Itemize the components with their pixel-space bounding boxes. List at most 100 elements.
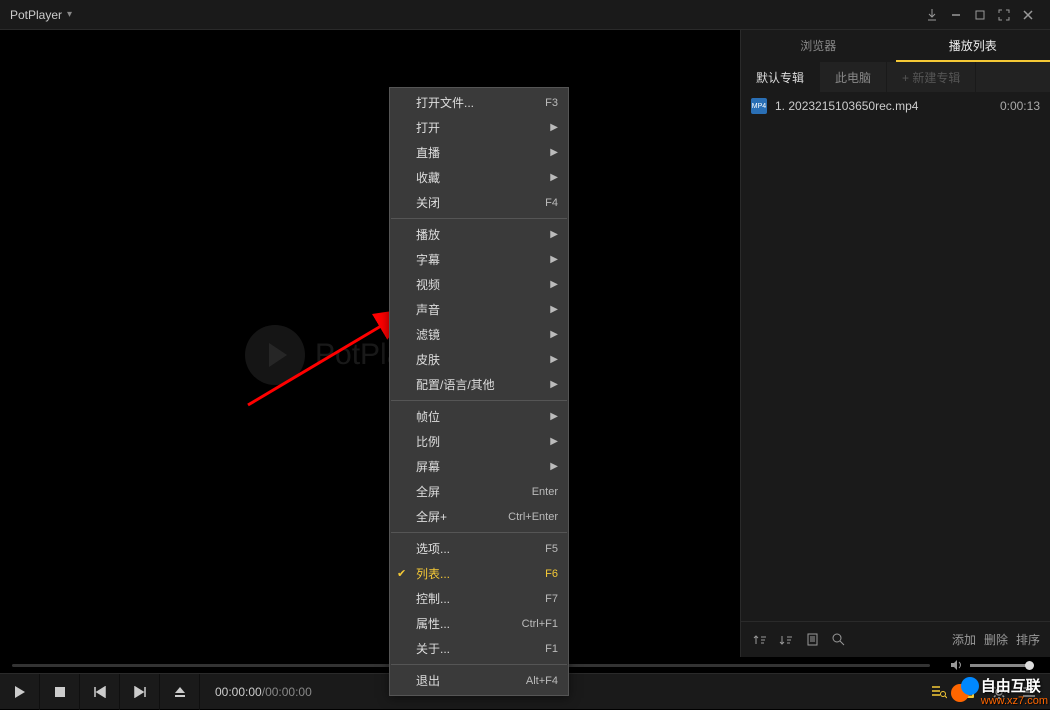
- menu-item-24[interactable]: 关于...F1: [390, 636, 568, 661]
- submenu-arrow-icon: ▶: [550, 379, 558, 390]
- submenu-arrow-icon: ▶: [550, 279, 558, 290]
- menu-item-label: 选项...: [416, 540, 545, 557]
- context-menu: 打开文件...F3打开▶直播▶收藏▶关闭F4播放▶字幕▶视频▶声音▶滤镜▶皮肤▶…: [389, 87, 569, 696]
- submenu-arrow-icon: ▶: [550, 354, 558, 365]
- menu-item-label: 控制...: [416, 590, 545, 607]
- playlist-panel: 浏览器 播放列表 默认专辑 此电脑 + 新建专辑 MP4 1. 202321510…: [740, 30, 1050, 657]
- menu-separator: [391, 664, 567, 665]
- sf-sort[interactable]: 排序: [1012, 631, 1044, 648]
- volume-slider[interactable]: [970, 664, 1030, 667]
- menu-item-shortcut: F3: [545, 97, 558, 109]
- playlist-item[interactable]: MP4 1. 2023215103650rec.mp40:00:13: [741, 92, 1050, 120]
- menu-item-3[interactable]: 收藏▶: [390, 165, 568, 190]
- menu-item-9[interactable]: 声音▶: [390, 297, 568, 322]
- menu-item-label: 配置/语言/其他: [416, 376, 550, 393]
- menu-item-label: 比例: [416, 433, 550, 450]
- submenu-arrow-icon: ▶: [550, 304, 558, 315]
- settings-icon[interactable]: [984, 674, 1014, 710]
- minimize-button[interactable]: [944, 3, 968, 27]
- playlist-item-duration: 0:00:13: [1000, 99, 1040, 113]
- menu-item-0[interactable]: 打开文件...F3: [390, 90, 568, 115]
- menu-item-label: 播放: [416, 226, 550, 243]
- sf-sort-asc-icon[interactable]: [747, 627, 773, 653]
- menu-item-12[interactable]: 配置/语言/其他▶: [390, 372, 568, 397]
- submenu-arrow-icon: ▶: [550, 122, 558, 133]
- menu-item-11[interactable]: 皮肤▶: [390, 347, 568, 372]
- menu-item-label: 屏幕: [416, 458, 550, 475]
- next-button[interactable]: [120, 674, 160, 710]
- menu-item-label: 打开文件...: [416, 94, 545, 111]
- volume-icon[interactable]: [950, 659, 964, 671]
- menu-item-label: 全屏+: [416, 508, 508, 525]
- time-display: 00:00:00 / 00:00:00: [200, 685, 327, 699]
- playlist-toggle-icon[interactable]: [954, 674, 984, 710]
- menu-item-20[interactable]: 选项...F5: [390, 536, 568, 561]
- menu-item-23[interactable]: 属性...Ctrl+F1: [390, 611, 568, 636]
- stop-button[interactable]: [40, 674, 80, 710]
- menu-item-label: 皮肤: [416, 351, 550, 368]
- submenu-arrow-icon: ▶: [550, 411, 558, 422]
- menu-item-7[interactable]: 字幕▶: [390, 247, 568, 272]
- playlist-tab-default[interactable]: 默认专辑: [741, 62, 820, 92]
- menu-item-label: 全屏: [416, 483, 532, 500]
- submenu-arrow-icon: ▶: [550, 436, 558, 447]
- menu-item-label: 声音: [416, 301, 550, 318]
- prev-button[interactable]: [80, 674, 120, 710]
- tab-browser[interactable]: 浏览器: [741, 30, 896, 62]
- sf-doc-icon[interactable]: [799, 627, 825, 653]
- menu-item-4[interactable]: 关闭F4: [390, 190, 568, 215]
- menu-item-16[interactable]: 屏幕▶: [390, 454, 568, 479]
- sf-search-icon[interactable]: [825, 627, 851, 653]
- video-viewport[interactable]: PotPlayer 打开文件...F3打开▶直播▶收藏▶关闭F4播放▶字幕▶视频…: [0, 30, 740, 657]
- menu-item-2[interactable]: 直播▶: [390, 140, 568, 165]
- menu-item-shortcut: Enter: [532, 486, 558, 498]
- menu-item-label: 打开: [416, 119, 550, 136]
- menu-item-22[interactable]: 控制...F7: [390, 586, 568, 611]
- pin-button[interactable]: [920, 3, 944, 27]
- menu-item-6[interactable]: 播放▶: [390, 222, 568, 247]
- menu-separator: [391, 532, 567, 533]
- submenu-arrow-icon: ▶: [550, 254, 558, 265]
- menu-item-15[interactable]: 比例▶: [390, 429, 568, 454]
- menu-item-8[interactable]: 视频▶: [390, 272, 568, 297]
- submenu-arrow-icon: ▶: [550, 329, 558, 340]
- menu-item-shortcut: F5: [545, 543, 558, 555]
- play-button[interactable]: [0, 674, 40, 710]
- maximize-button[interactable]: [968, 3, 992, 27]
- sf-remove[interactable]: 删除: [980, 631, 1012, 648]
- menu-item-label: 关于...: [416, 640, 545, 657]
- playlist-tab-thispc[interactable]: 此电脑: [820, 62, 887, 92]
- menu-separator: [391, 218, 567, 219]
- menu-item-18[interactable]: 全屏+Ctrl+Enter: [390, 504, 568, 529]
- fullscreen-button[interactable]: [992, 3, 1016, 27]
- menu-item-17[interactable]: 全屏Enter: [390, 479, 568, 504]
- playlist-tab-new[interactable]: + 新建专辑: [887, 62, 976, 92]
- submenu-arrow-icon: ▶: [550, 229, 558, 240]
- menu-item-label: 退出: [416, 672, 526, 689]
- file-type-icon: MP4: [751, 98, 767, 114]
- menu-item-14[interactable]: 帧位▶: [390, 404, 568, 429]
- tab-playlist[interactable]: 播放列表: [896, 30, 1050, 62]
- eject-button[interactable]: [160, 674, 200, 710]
- close-button[interactable]: [1016, 3, 1040, 27]
- menu-item-21[interactable]: ✔列表...F6: [390, 561, 568, 586]
- menu-item-label: 关闭: [416, 194, 545, 211]
- submenu-arrow-icon: ▶: [550, 147, 558, 158]
- menu-icon[interactable]: [1014, 674, 1044, 710]
- chevron-down-icon[interactable]: ▾: [67, 9, 72, 20]
- menu-item-shortcut: Alt+F4: [526, 675, 558, 687]
- menu-item-label: 帧位: [416, 408, 550, 425]
- playlist-item-name: 1. 2023215103650rec.mp4: [775, 99, 1000, 113]
- search-list-icon[interactable]: [924, 674, 954, 710]
- sf-sort-desc-icon[interactable]: [773, 627, 799, 653]
- submenu-arrow-icon: ▶: [550, 461, 558, 472]
- menu-item-label: 属性...: [416, 615, 522, 632]
- app-title[interactable]: PotPlayer: [10, 8, 62, 22]
- playlist-body[interactable]: MP4 1. 2023215103650rec.mp40:00:13: [741, 92, 1050, 621]
- menu-item-shortcut: F6: [545, 568, 558, 580]
- submenu-arrow-icon: ▶: [550, 172, 558, 183]
- menu-item-10[interactable]: 滤镜▶: [390, 322, 568, 347]
- menu-item-1[interactable]: 打开▶: [390, 115, 568, 140]
- menu-item-26[interactable]: 退出Alt+F4: [390, 668, 568, 693]
- sf-add[interactable]: 添加: [948, 631, 980, 648]
